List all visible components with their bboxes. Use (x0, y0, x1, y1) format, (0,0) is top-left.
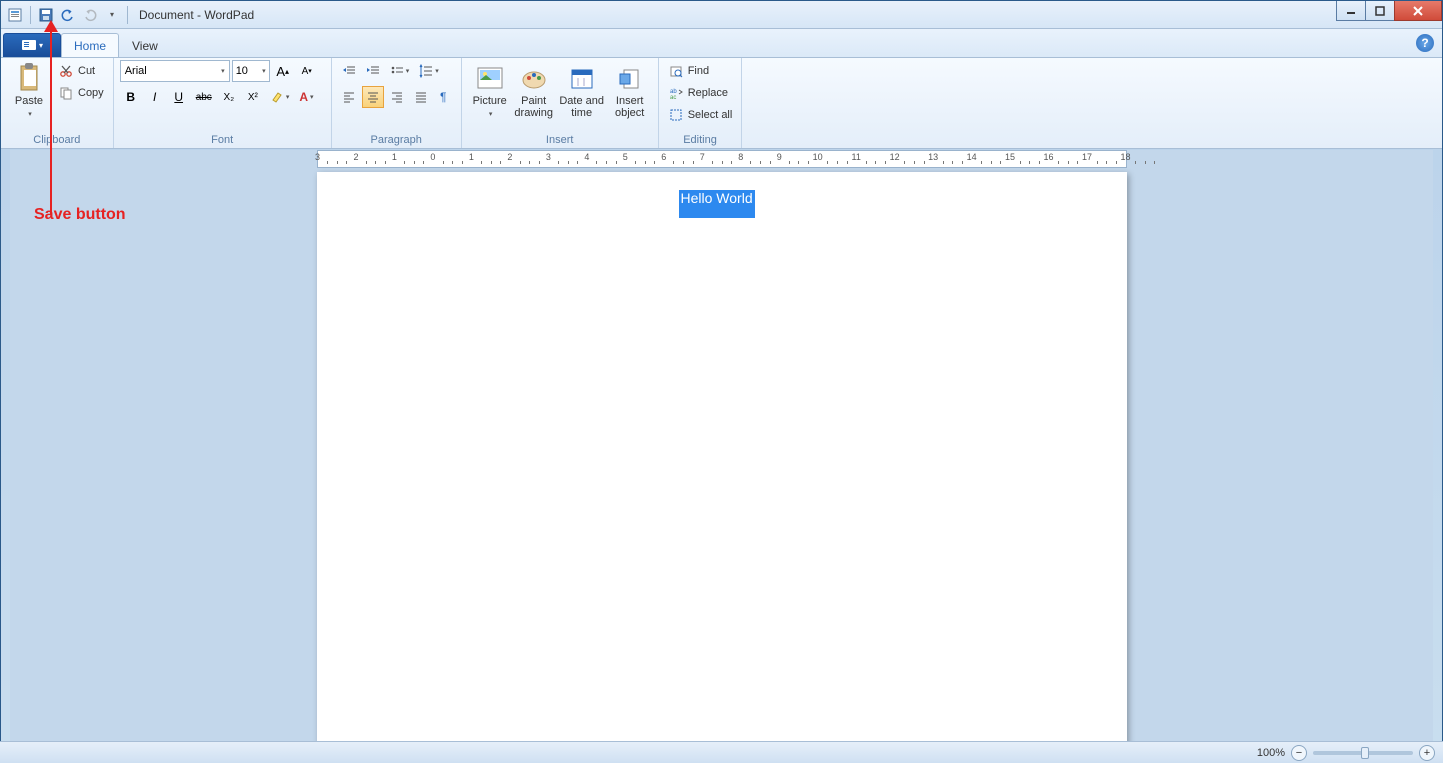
separator (127, 6, 128, 24)
tab-view[interactable]: View (119, 33, 171, 57)
tab-home[interactable]: Home (61, 33, 119, 57)
grow-font-button[interactable]: A▴ (272, 60, 294, 82)
align-center-button[interactable] (362, 86, 384, 108)
ribbon-tab-bar: ▾ Home View ? (1, 29, 1442, 57)
highlight-color-button[interactable]: ▾ (266, 86, 294, 108)
paragraph-dialog-button[interactable]: ¶ (434, 86, 456, 108)
separator (30, 6, 31, 24)
qat-customize-dropdown[interactable]: ▾ (102, 5, 122, 25)
close-button[interactable] (1394, 1, 1442, 21)
group-paragraph: ▾ ▾ ¶ Paragraph (332, 58, 462, 148)
group-insert: Picture▾ Paint drawing Date and time Ins… (462, 58, 659, 148)
insert-datetime-button[interactable]: Date and time (556, 60, 608, 119)
font-family-combo[interactable]: Arial▾ (120, 60, 230, 82)
underline-button[interactable]: U (168, 86, 190, 108)
shrink-font-button[interactable]: A▾ (296, 60, 318, 82)
font-color-button[interactable]: A▾ (295, 86, 317, 108)
replace-icon: abac (668, 85, 684, 101)
wordpad-app-icon[interactable] (5, 5, 25, 25)
status-bar: 100% − + (0, 741, 1443, 763)
select-all-icon (668, 107, 684, 123)
copy-button[interactable]: Copy (55, 82, 107, 104)
paint-label: Paint drawing (514, 95, 553, 119)
subscript-button[interactable]: X₂ (218, 86, 240, 108)
group-font: Arial▾ 10▾ A▴ A▾ B I U abc X₂ X² ▾ A▾ Fo… (114, 58, 332, 148)
group-clipboard: Paste▾ Cut Copy Clipboard (1, 58, 114, 148)
svg-text:ac: ac (670, 95, 676, 100)
zoom-out-button[interactable]: − (1291, 745, 1307, 761)
quick-access-toolbar: ▾ (5, 5, 131, 25)
increase-indent-button[interactable] (362, 60, 384, 82)
maximize-button[interactable] (1365, 1, 1395, 21)
align-left-button[interactable] (338, 86, 360, 108)
bold-button[interactable]: B (120, 86, 142, 108)
group-label-editing: Editing (665, 133, 736, 147)
line-spacing-icon (419, 64, 433, 78)
font-size-combo[interactable]: 10▾ (232, 60, 270, 82)
title-bar: ▾ Document - WordPad (1, 1, 1442, 29)
document-page[interactable]: Hello World (317, 172, 1127, 741)
zoom-level-label: 100% (1257, 747, 1285, 759)
annotation-label: Save button (34, 206, 126, 224)
minimize-button[interactable] (1336, 1, 1366, 21)
superscript-button[interactable]: X² (242, 86, 264, 108)
bullets-button[interactable]: ▾ (386, 60, 414, 82)
copy-icon (58, 85, 74, 101)
align-justify-button[interactable] (410, 86, 432, 108)
cut-label: Cut (78, 65, 95, 77)
ribbon: Paste▾ Cut Copy Clipboard Arial▾ 10▾ A▴ … (1, 57, 1442, 149)
indent-icon (366, 64, 380, 78)
list-icon (390, 64, 404, 78)
datetime-label: Date and time (559, 95, 604, 119)
strikethrough-button[interactable]: abc (192, 86, 216, 108)
object-label: Insert object (615, 95, 644, 119)
italic-button[interactable]: I (144, 86, 166, 108)
line-spacing-button[interactable]: ▾ (415, 60, 443, 82)
redo-button[interactable] (80, 5, 100, 25)
group-label-paragraph: Paragraph (338, 133, 455, 147)
zoom-slider[interactable] (1313, 751, 1413, 755)
replace-button[interactable]: abac Replace (665, 82, 731, 104)
annotation-line (50, 22, 52, 214)
insert-picture-button[interactable]: Picture▾ (468, 60, 512, 121)
horizontal-ruler[interactable]: 3210123456789101112131415161718 (10, 150, 1433, 168)
find-label: Find (688, 65, 709, 77)
help-button[interactable]: ? (1416, 34, 1434, 52)
file-menu-button[interactable]: ▾ (3, 33, 61, 57)
svg-text:¶: ¶ (440, 90, 446, 104)
select-all-label: Select all (688, 109, 733, 121)
paste-label: Paste (15, 95, 43, 107)
font-size-value: 10 (236, 65, 248, 77)
replace-label: Replace (688, 87, 728, 99)
find-icon (668, 63, 684, 79)
insert-object-button[interactable]: Insert object (608, 60, 652, 119)
undo-button[interactable] (58, 5, 78, 25)
group-label-clipboard: Clipboard (7, 133, 107, 147)
group-label-insert: Insert (468, 133, 652, 147)
align-right-button[interactable] (386, 86, 408, 108)
decrease-indent-button[interactable] (338, 60, 360, 82)
find-button[interactable]: Find (665, 60, 712, 82)
copy-label: Copy (78, 87, 104, 99)
font-family-value: Arial (125, 65, 147, 77)
document-workspace: 3210123456789101112131415161718 Hello Wo… (10, 150, 1433, 741)
group-editing: Find abac Replace Select all Editing (659, 58, 743, 148)
window-controls (1337, 1, 1442, 21)
document-selected-text[interactable]: Hello World (679, 190, 755, 218)
outdent-icon (342, 64, 356, 78)
paste-button[interactable]: Paste▾ (7, 60, 51, 121)
zoom-slider-thumb[interactable] (1361, 747, 1369, 759)
insert-paint-button[interactable]: Paint drawing (512, 60, 556, 119)
scissors-icon (58, 63, 74, 79)
select-all-button[interactable]: Select all (665, 104, 736, 126)
cut-button[interactable]: Cut (55, 60, 107, 82)
group-label-font: Font (120, 133, 325, 147)
zoom-in-button[interactable]: + (1419, 745, 1435, 761)
window-title: Document - WordPad (139, 8, 254, 22)
picture-label: Picture (473, 95, 507, 107)
